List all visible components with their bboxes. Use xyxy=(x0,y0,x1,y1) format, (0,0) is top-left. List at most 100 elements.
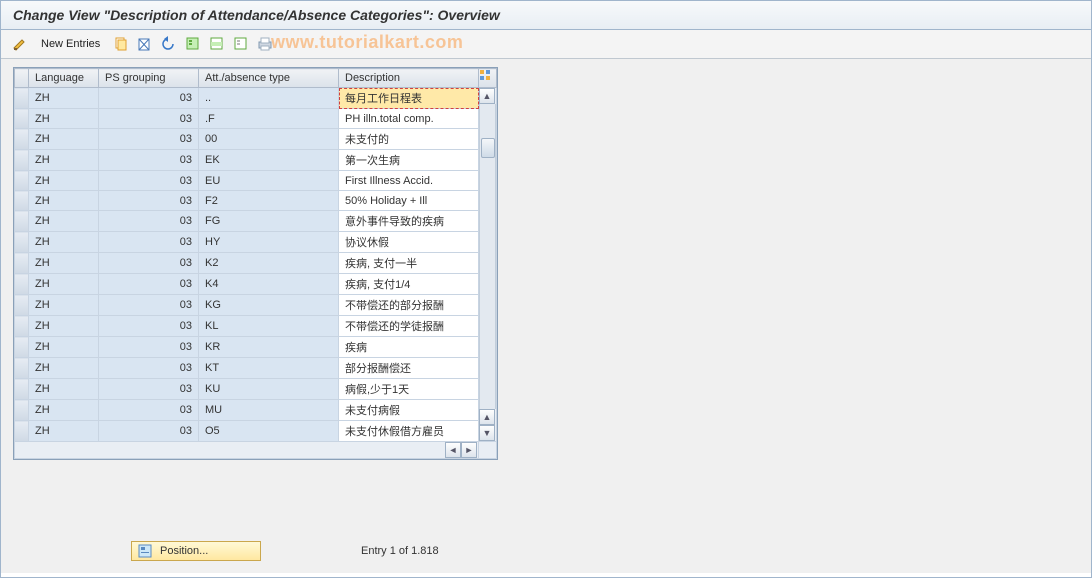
cell-description[interactable]: 未支付病假 xyxy=(339,400,479,421)
cell-att-type[interactable]: KT xyxy=(199,358,339,379)
cell-ps-grouping[interactable]: 03 xyxy=(99,211,199,232)
row-selector[interactable] xyxy=(15,150,29,171)
data-grid[interactable]: Language PS grouping Att./absence type D… xyxy=(14,68,497,459)
row-selector[interactable] xyxy=(15,274,29,295)
config-column-icon[interactable] xyxy=(479,69,497,88)
table-row[interactable]: ZH03FG意外事件导致的疾病 xyxy=(15,211,497,232)
cell-description[interactable]: 意外事件导致的疾病 xyxy=(339,211,479,232)
cell-description[interactable]: 不带偿还的部分报酬 xyxy=(339,295,479,316)
cell-language[interactable]: ZH xyxy=(29,191,99,211)
cell-description[interactable]: 协议休假 xyxy=(339,232,479,253)
scroll-down-icon[interactable]: ▼ xyxy=(479,425,495,441)
cell-ps-grouping[interactable]: 03 xyxy=(99,191,199,211)
table-row[interactable]: ZH0300未支付的 xyxy=(15,129,497,150)
cell-description[interactable]: 每月工作日程表 xyxy=(339,88,479,109)
row-selector[interactable] xyxy=(15,358,29,379)
cell-att-type[interactable]: K2 xyxy=(199,253,339,274)
row-selector[interactable] xyxy=(15,316,29,337)
cell-language[interactable]: ZH xyxy=(29,253,99,274)
row-selector[interactable] xyxy=(15,191,29,211)
table-row[interactable]: ZH03MU未支付病假 xyxy=(15,400,497,421)
row-selector[interactable] xyxy=(15,379,29,400)
cell-language[interactable]: ZH xyxy=(29,211,99,232)
print-icon[interactable] xyxy=(256,35,274,53)
cell-language[interactable]: ZH xyxy=(29,295,99,316)
copy-as-icon[interactable] xyxy=(112,35,130,53)
table-row[interactable]: ZH03F2 50% Holiday + Ill xyxy=(15,191,497,211)
undo-change-icon[interactable] xyxy=(160,35,178,53)
cell-language[interactable]: ZH xyxy=(29,337,99,358)
scroll-left-icon[interactable]: ◄ xyxy=(445,442,461,458)
row-selector[interactable] xyxy=(15,109,29,129)
vertical-scrollbar[interactable]: ▲▲▼ xyxy=(479,88,497,442)
cell-att-type[interactable]: KG xyxy=(199,295,339,316)
cell-ps-grouping[interactable]: 03 xyxy=(99,421,199,442)
row-selector[interactable] xyxy=(15,295,29,316)
cell-att-type[interactable]: 00 xyxy=(199,129,339,150)
table-row[interactable]: ZH03KT部分报酬偿还 xyxy=(15,358,497,379)
scroll-thumb[interactable] xyxy=(481,138,495,158)
cell-language[interactable]: ZH xyxy=(29,316,99,337)
cell-att-type[interactable]: KL xyxy=(199,316,339,337)
table-row[interactable]: ZH03KU病假,少于1天 xyxy=(15,379,497,400)
cell-att-type[interactable]: .F xyxy=(199,109,339,129)
table-row[interactable]: ZH03.FPH illn.total comp. xyxy=(15,109,497,129)
row-selector[interactable] xyxy=(15,421,29,442)
cell-language[interactable]: ZH xyxy=(29,421,99,442)
scroll-up-icon[interactable]: ▲ xyxy=(479,88,495,104)
delete-icon[interactable] xyxy=(136,35,154,53)
select-block-icon[interactable] xyxy=(208,35,226,53)
cell-language[interactable]: ZH xyxy=(29,379,99,400)
table-row[interactable]: ZH03K2疾病, 支付一半 xyxy=(15,253,497,274)
cell-description[interactable]: 疾病 xyxy=(339,337,479,358)
cell-language[interactable]: ZH xyxy=(29,150,99,171)
cell-description[interactable]: 不带偿还的学徒报酬 xyxy=(339,316,479,337)
col-header-att-type[interactable]: Att./absence type xyxy=(199,69,339,88)
col-header-description[interactable]: Description xyxy=(339,69,479,88)
cell-att-type[interactable]: EU xyxy=(199,171,339,191)
cell-att-type[interactable]: HY xyxy=(199,232,339,253)
cell-language[interactable]: ZH xyxy=(29,232,99,253)
toggle-display-change-icon[interactable] xyxy=(11,35,29,53)
cell-ps-grouping[interactable]: 03 xyxy=(99,274,199,295)
cell-description[interactable]: 未支付的 xyxy=(339,129,479,150)
cell-language[interactable]: ZH xyxy=(29,400,99,421)
table-row[interactable]: ZH03O5未支付休假借方雇员 xyxy=(15,421,497,442)
cell-ps-grouping[interactable]: 03 xyxy=(99,400,199,421)
table-row[interactable]: ZH03KL不带偿还的学徒报酬 xyxy=(15,316,497,337)
col-header-language[interactable]: Language xyxy=(29,69,99,88)
col-header-ps-grouping[interactable]: PS grouping xyxy=(99,69,199,88)
table-row[interactable]: ZH03K4疾病, 支付1/4 xyxy=(15,274,497,295)
cell-ps-grouping[interactable]: 03 xyxy=(99,316,199,337)
cell-description[interactable]: 部分报酬偿还 xyxy=(339,358,479,379)
cell-description[interactable]: 病假,少于1天 xyxy=(339,379,479,400)
cell-att-type[interactable]: EK xyxy=(199,150,339,171)
cell-att-type[interactable]: KU xyxy=(199,379,339,400)
table-row[interactable]: ZH03KR疾病 xyxy=(15,337,497,358)
cell-language[interactable]: ZH xyxy=(29,109,99,129)
table-row[interactable]: ZH03HY协议休假 xyxy=(15,232,497,253)
row-selector[interactable] xyxy=(15,211,29,232)
row-selector[interactable] xyxy=(15,88,29,109)
cell-description[interactable]: 50% Holiday + Ill xyxy=(339,191,479,211)
cell-language[interactable]: ZH xyxy=(29,358,99,379)
cell-language[interactable]: ZH xyxy=(29,171,99,191)
cell-ps-grouping[interactable]: 03 xyxy=(99,232,199,253)
row-selector[interactable] xyxy=(15,400,29,421)
row-selector[interactable] xyxy=(15,337,29,358)
new-entries-button[interactable]: New Entries xyxy=(35,34,106,54)
scroll-down-icon[interactable]: ▲ xyxy=(479,409,495,425)
select-all-icon[interactable] xyxy=(184,35,202,53)
cell-ps-grouping[interactable]: 03 xyxy=(99,253,199,274)
cell-ps-grouping[interactable]: 03 xyxy=(99,379,199,400)
cell-ps-grouping[interactable]: 03 xyxy=(99,295,199,316)
cell-language[interactable]: ZH xyxy=(29,88,99,109)
cell-ps-grouping[interactable]: 03 xyxy=(99,129,199,150)
cell-description[interactable]: 未支付休假借方雇员 xyxy=(339,421,479,442)
position-button[interactable]: Position... xyxy=(131,541,261,561)
cell-att-type[interactable]: F2 xyxy=(199,191,339,211)
table-row[interactable]: ZH03EUFirst Illness Accid. xyxy=(15,171,497,191)
cell-description[interactable]: PH illn.total comp. xyxy=(339,109,479,129)
deselect-all-icon[interactable] xyxy=(232,35,250,53)
row-selector[interactable] xyxy=(15,171,29,191)
